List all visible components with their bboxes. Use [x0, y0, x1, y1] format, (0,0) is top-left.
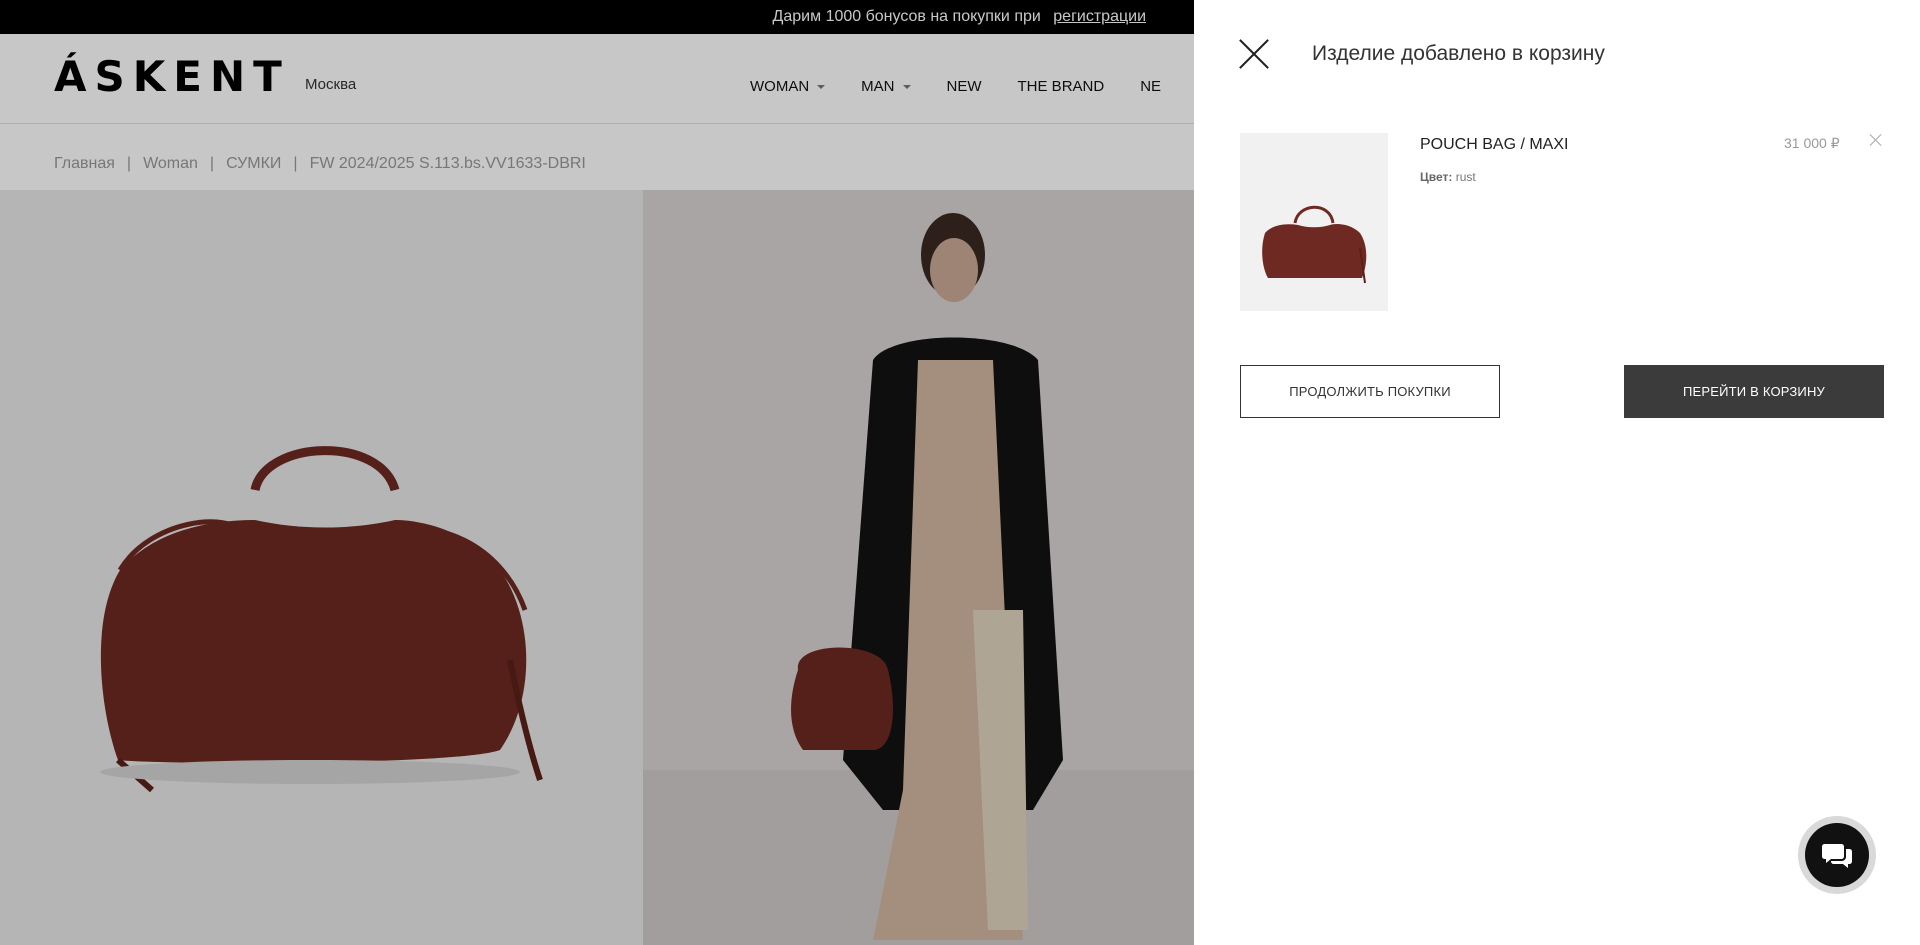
cart-item-color: Цвет: rust	[1420, 170, 1476, 184]
bag-thumbnail-illustration	[1262, 205, 1367, 284]
color-value: rust	[1455, 170, 1476, 184]
go-to-cart-button[interactable]: ПЕРЕЙТИ В КОРЗИНУ	[1624, 365, 1884, 418]
chat-icon	[1805, 823, 1869, 887]
cart-item-name[interactable]: POUCH BAG / MAXI	[1420, 136, 1568, 154]
continue-shopping-button[interactable]: ПРОДОЛЖИТЬ ПОКУПКИ	[1240, 365, 1500, 418]
cart-drawer: Изделие добавлено в корзину POUCH BAG / …	[1194, 0, 1920, 945]
color-label: Цвет:	[1420, 170, 1453, 184]
close-icon[interactable]	[1238, 38, 1270, 70]
cart-item-thumbnail[interactable]	[1240, 133, 1388, 311]
chat-widget-button[interactable]	[1798, 816, 1876, 894]
cart-item-price: 31 000 ₽	[1784, 135, 1840, 151]
remove-item-icon[interactable]	[1868, 132, 1884, 148]
drawer-title: Изделие добавлено в корзину	[1312, 42, 1605, 65]
page-dim-overlay[interactable]	[0, 0, 1194, 945]
